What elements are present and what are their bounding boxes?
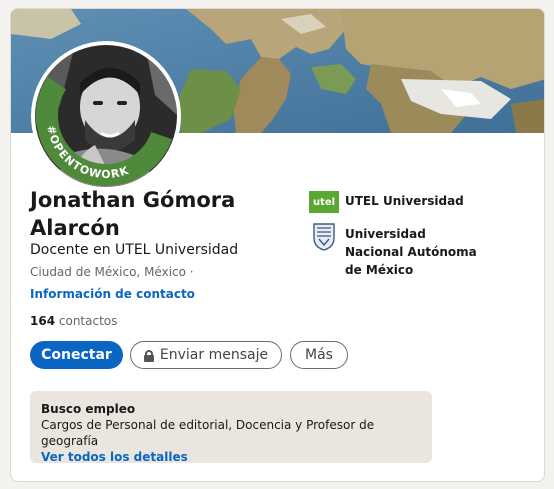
contact-info-link[interactable]: Información de contacto [30, 287, 195, 301]
lock-icon [143, 349, 154, 362]
connections-number: 164 [30, 314, 56, 328]
more-button[interactable]: Más [290, 341, 348, 369]
profile-location: Ciudad de México, México · [30, 265, 194, 279]
connect-button[interactable]: Conectar [30, 341, 123, 369]
see-all-details-link[interactable]: Ver todos los detalles [41, 449, 421, 465]
utel-logo: utel [309, 191, 339, 213]
send-message-button[interactable]: Enviar mensaje [130, 341, 282, 369]
profile-card: #OPENTOWORK Jonathan Gómora Alarcón Doce… [10, 8, 545, 482]
profile-avatar-frame[interactable]: #OPENTOWORK [31, 41, 181, 191]
organization-name: UTEL Universidad [345, 194, 464, 208]
open-to-work-box[interactable]: Busco empleo Cargos de Personal de edito… [30, 391, 432, 465]
connections-label: contactos [55, 314, 118, 328]
organization-name: Universidad Nacional Autónoma de México [345, 227, 477, 277]
organization-unam[interactable]: Universidad Nacional Autónoma de México [309, 223, 485, 279]
unam-crest-icon [309, 223, 339, 251]
connections-count[interactable]: 164 contactos [30, 314, 117, 328]
avatar[interactable]: #OPENTOWORK [35, 45, 177, 187]
send-message-label: Enviar mensaje [159, 347, 269, 363]
open-to-work-roles: Cargos de Personal de editorial, Docenci… [41, 418, 375, 448]
profile-headline: Docente en UTEL Universidad [30, 242, 239, 258]
open-to-work-title: Busco empleo [41, 402, 136, 416]
profile-name: Jonathan Gómora Alarcón [30, 188, 236, 240]
organization-utel[interactable]: utel UTEL Universidad [309, 190, 464, 213]
